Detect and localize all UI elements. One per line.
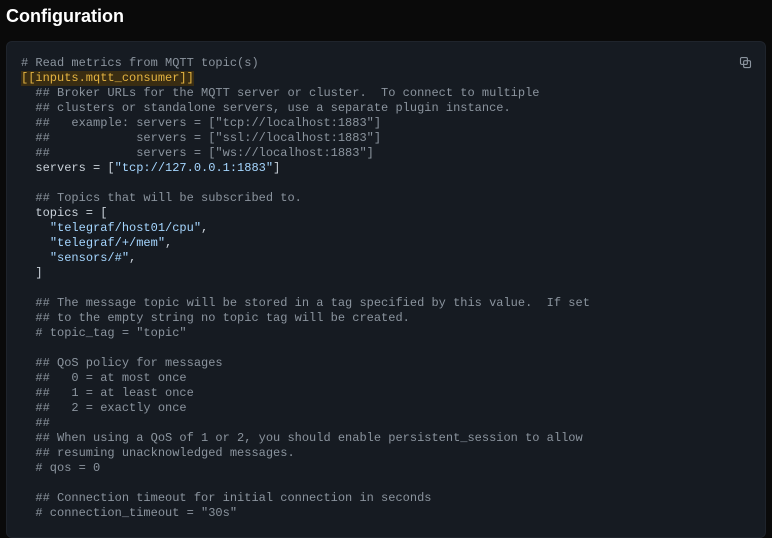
code-content: # Read metrics from MQTT topic(s) [[inpu… [21, 56, 751, 521]
code-token: ## Topics that will be subscribed to. [21, 191, 302, 205]
code-token: ## Connection timeout for initial connec… [21, 491, 431, 505]
code-token: ## 0 = at most once [21, 371, 187, 385]
code-token: ## resuming unacknowledged messages. [21, 446, 295, 460]
code-token: "telegraf/+/mem" [50, 236, 165, 250]
code-token: ## servers = ["ssl://localhost:1883"] [21, 131, 381, 145]
code-token: ## to the empty string no topic tag will… [21, 311, 410, 325]
code-token: ## When using a QoS of 1 or 2, you shoul… [21, 431, 583, 445]
code-token: servers = [ [21, 161, 115, 175]
copy-button[interactable] [733, 50, 757, 74]
code-token: ## [21, 416, 50, 430]
code-token [21, 236, 50, 250]
code-token: ## clusters or standalone servers, use a… [21, 101, 511, 115]
code-token: , [165, 236, 172, 250]
code-token: ] [21, 266, 43, 280]
code-token: ## 2 = exactly once [21, 401, 187, 415]
page: Configuration # Read metrics from MQTT t… [0, 0, 772, 538]
code-token: "telegraf/host01/cpu" [50, 221, 201, 235]
code-token: # qos = 0 [21, 461, 100, 475]
code-token: topics = [ [21, 206, 107, 220]
copy-icon [738, 55, 753, 70]
code-token: # topic_tag = "topic" [21, 326, 187, 340]
code-token: ## example: servers = ["tcp://localhost:… [21, 116, 381, 130]
code-token: , [201, 221, 208, 235]
code-token: "sensors/#" [50, 251, 129, 265]
code-token [21, 251, 50, 265]
code-token: ## The message topic will be stored in a… [21, 296, 590, 310]
code-token: "tcp://127.0.0.1:1883" [115, 161, 273, 175]
code-token: , [129, 251, 136, 265]
code-token: ## 1 = at least once [21, 386, 194, 400]
code-token: [[inputs.mqtt_consumer]] [21, 71, 194, 86]
code-token: ## Broker URLs for the MQTT server or cl… [21, 86, 539, 100]
code-token [21, 221, 50, 235]
page-title: Configuration [6, 6, 766, 27]
code-token: ## QoS policy for messages [21, 356, 223, 370]
code-block: # Read metrics from MQTT topic(s) [[inpu… [6, 41, 766, 538]
code-token: ## servers = ["ws://localhost:1883"] [21, 146, 374, 160]
code-token: # Read metrics from MQTT topic(s) [21, 56, 259, 70]
code-token: # connection_timeout = "30s" [21, 506, 237, 520]
code-token: ] [273, 161, 280, 175]
